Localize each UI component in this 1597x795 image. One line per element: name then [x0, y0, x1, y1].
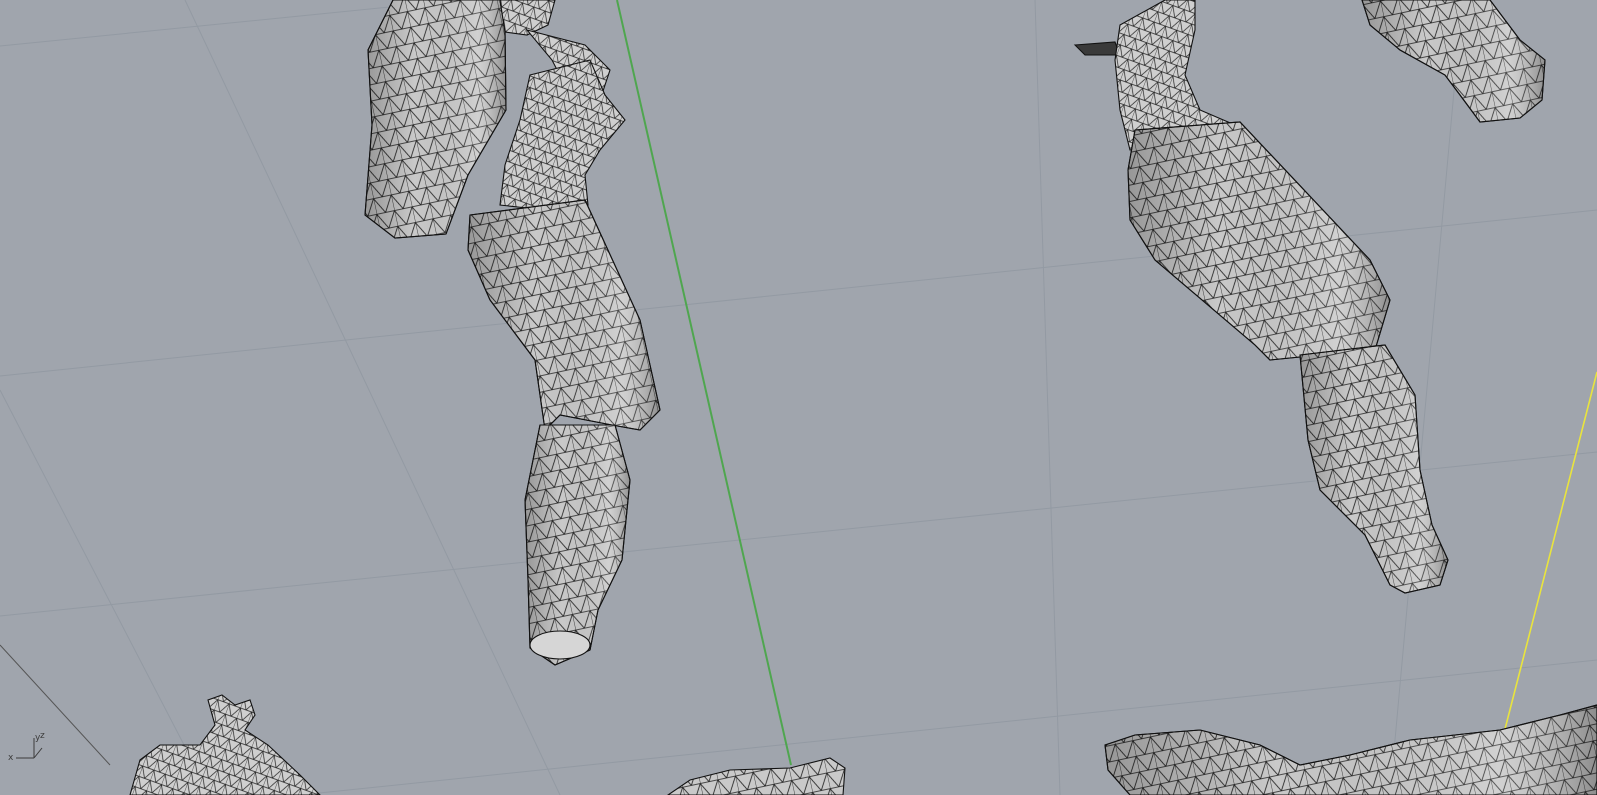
perspective-viewport[interactable]: x y z — [0, 0, 1597, 795]
viewport-scene[interactable] — [0, 0, 1597, 795]
axis-orientation-widget: x y z — [4, 726, 54, 766]
axis-z-label: z — [40, 731, 45, 741]
mesh-figure-bottom-center[interactable] — [667, 757, 846, 795]
axis-x-label: x — [8, 753, 14, 763]
mesh-figure-left-standing[interactable] — [467, 59, 661, 666]
mesh-figure-bottom-right[interactable] — [1104, 704, 1597, 795]
mesh-figure-bottom-left[interactable] — [129, 694, 321, 795]
mesh-figure-right-standing[interactable] — [1073, 0, 1449, 594]
mesh-figure-right-top[interactable] — [1361, 0, 1546, 123]
